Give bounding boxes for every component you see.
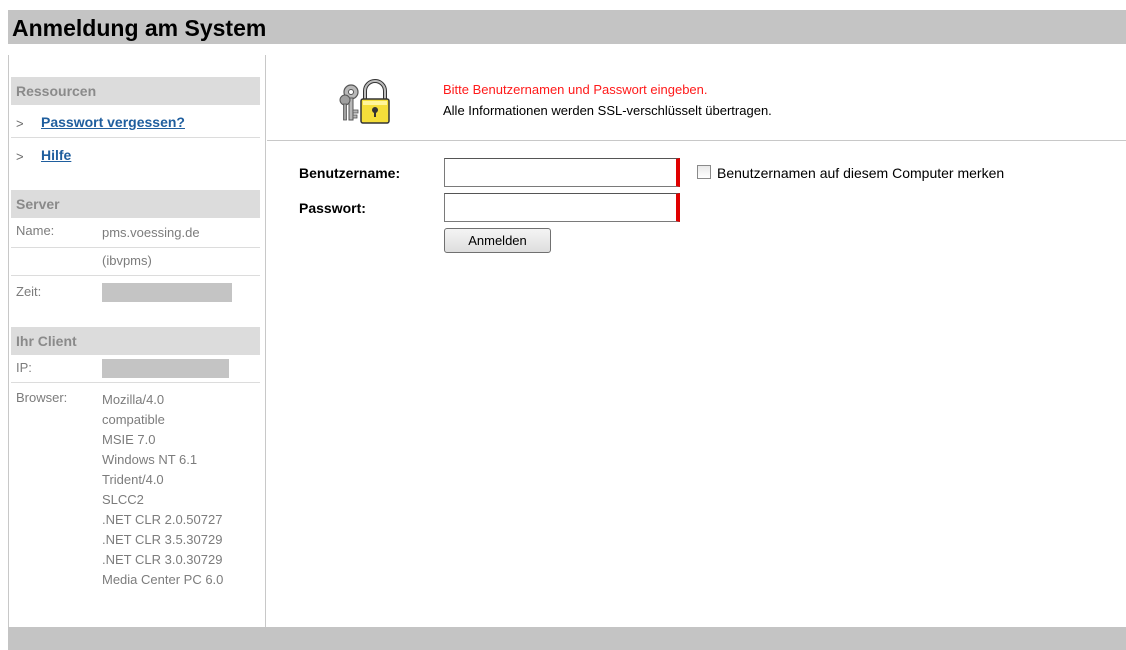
browser-line: MSIE 7.0 [102,432,156,447]
browser-line: Windows NT 6.1 [102,452,198,467]
browser-line: .NET CLR 3.0.30729 [102,552,223,567]
lock-with-keys-icon [339,79,390,124]
page-header: Anmeldung am System [8,10,1126,44]
client-ip-row: IP: [11,357,260,383]
username-input[interactable] [444,158,680,187]
browser-line: .NET CLR 2.0.50727 [102,512,223,527]
remember-username-checkbox[interactable] [697,165,711,179]
client-ip-label: IP: [16,360,32,375]
password-input[interactable] [444,193,680,222]
page-footer [8,627,1126,650]
browser-line: Trident/4.0 [102,472,164,487]
server-name-value: pms.voessing.de [102,225,200,240]
username-label: Benutzername: [299,165,401,181]
ssl-info-message: Alle Informationen werden SSL-verschlüss… [443,103,772,118]
sidebar: Ressourcen > Passwort vergessen? > Hilfe… [8,55,266,627]
server-name-label: Name: [16,223,55,238]
arrow-right-icon: > [16,116,24,131]
browser-line: Mozilla/4.0 [102,392,165,407]
page-title: Anmeldung am System [12,15,267,41]
help-row: > Hilfe [11,143,260,171]
remember-username-label[interactable]: Benutzernamen auf diesem Computer merken [717,165,1004,181]
arrow-right-icon: > [16,149,24,164]
server-time-row: Zeit: [11,276,260,310]
browser-line: Media Center PC 6.0 [102,572,224,587]
server-heading: Server [11,190,260,218]
forgot-password-row: > Passwort vergessen? [11,110,260,138]
client-browser-row: Browser: Mozilla/4.0 compatible MSIE 7.0… [11,383,260,603]
password-label: Passwort: [299,200,366,216]
client-browser-label: Browser: [16,390,68,405]
client-heading: Ihr Client [11,327,260,355]
server-name-row: Name: pms.voessing.de [11,220,260,248]
divider [267,140,1126,141]
server-time-label: Zeit: [16,284,42,299]
browser-line: compatible [102,412,165,427]
browser-line: .NET CLR 3.5.30729 [102,532,223,547]
server-time-redacted [102,283,232,302]
client-ip-redacted [102,359,229,378]
client-browser-value: Mozilla/4.0 compatible MSIE 7.0 Windows … [102,390,223,590]
resources-heading: Ressourcen [11,77,260,105]
server-alias-value: (ibvpms) [102,253,152,268]
login-panel: Bitte Benutzernamen und Passwort eingebe… [267,55,1126,627]
login-button[interactable]: Anmelden [444,228,551,253]
forgot-password-link[interactable]: Passwort vergessen? [41,110,185,134]
help-link[interactable]: Hilfe [41,143,71,167]
warning-message: Bitte Benutzernamen und Passwort eingebe… [443,82,708,97]
browser-line: SLCC2 [102,492,144,507]
server-alias-row: (ibvpms) [11,248,260,276]
